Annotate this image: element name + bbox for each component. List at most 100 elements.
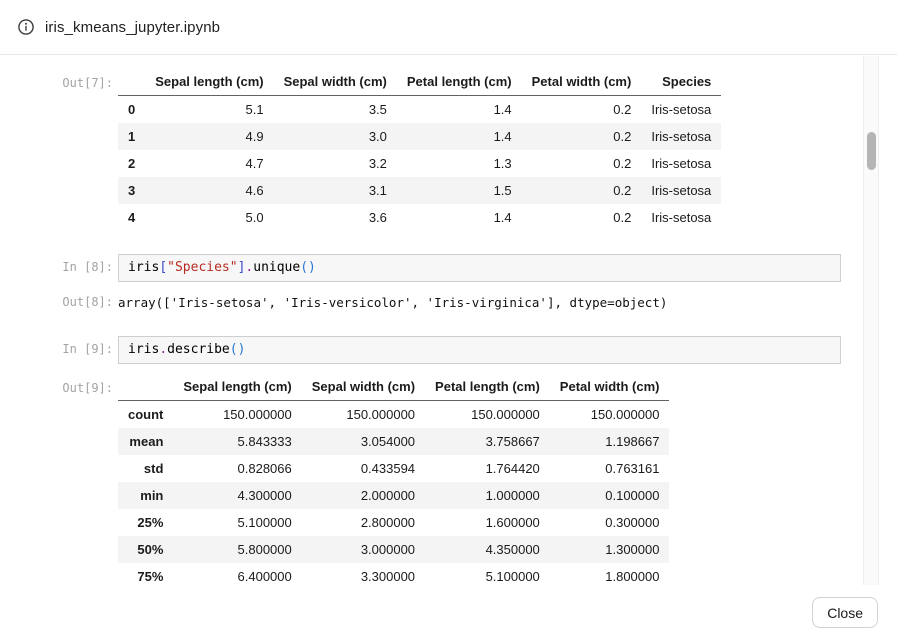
- row-index: count: [118, 401, 173, 429]
- table-cell: 150.000000: [173, 401, 301, 429]
- table-cell: 2.800000: [302, 509, 425, 536]
- table-row: 25%5.1000002.8000001.6000000.300000: [118, 509, 669, 536]
- cell-prompt: In [8]:: [0, 254, 113, 274]
- table-cell: 1.4: [397, 204, 522, 231]
- cell-prompt: In [9]:: [0, 336, 113, 356]
- table-cell: 0.2: [522, 150, 642, 177]
- table-cell: 3.0: [274, 123, 397, 150]
- table-cell: Iris-setosa: [641, 204, 721, 231]
- row-index: 1: [118, 123, 145, 150]
- table-cell: 150.000000: [425, 401, 550, 429]
- table-cell: 0.2: [522, 204, 642, 231]
- table-cell: 150.000000: [550, 401, 670, 429]
- table-cell: 1.300000: [550, 536, 670, 563]
- column-header: [118, 68, 145, 96]
- table-cell: 1.198667: [550, 428, 670, 455]
- code-token: unique: [253, 260, 300, 275]
- row-index: 2: [118, 150, 145, 177]
- table-cell: 4.7: [145, 150, 273, 177]
- table-row: 45.03.61.40.2Iris-setosa: [118, 204, 721, 231]
- column-header: Petal width (cm): [550, 373, 670, 401]
- scrollbar-track[interactable]: [863, 56, 879, 585]
- row-index: 3: [118, 177, 145, 204]
- cell-prompt: Out[7]:: [0, 68, 113, 90]
- table-row: count150.000000150.000000150.000000150.0…: [118, 401, 669, 429]
- code-token: describe: [167, 342, 230, 357]
- code-cell-in9: iris.describe(): [118, 336, 841, 364]
- notebook-cell-out9: Out[9]: Sepal length (cm)Sepal width (cm…: [0, 373, 860, 585]
- table-cell: 1.4: [397, 123, 522, 150]
- dialog-header: iris_kmeans_jupyter.ipynb: [0, 0, 897, 55]
- table-cell: 0.2: [522, 177, 642, 204]
- table-cell: 4.350000: [425, 536, 550, 563]
- table-header-row: Sepal length (cm)Sepal width (cm)Petal l…: [118, 373, 669, 401]
- iris-head-table: Sepal length (cm)Sepal width (cm)Petal l…: [118, 68, 721, 231]
- column-header: Petal width (cm): [522, 68, 642, 96]
- table-cell: 3.758667: [425, 428, 550, 455]
- row-index: 50%: [118, 536, 173, 563]
- table-cell: 0.828066: [173, 455, 301, 482]
- table-row: 50%5.8000003.0000004.3500001.300000: [118, 536, 669, 563]
- column-header: Sepal width (cm): [274, 68, 397, 96]
- table-row: mean5.8433333.0540003.7586671.198667: [118, 428, 669, 455]
- table-cell: 3.300000: [302, 563, 425, 585]
- table-cell: 0.300000: [550, 509, 670, 536]
- code-token: iris: [128, 260, 159, 275]
- table-cell: 0.100000: [550, 482, 670, 509]
- notebook-preview[interactable]: Out[7]: Sepal length (cm)Sepal width (cm…: [0, 56, 860, 585]
- table-cell: 4.300000: [173, 482, 301, 509]
- column-header: Sepal width (cm): [302, 373, 425, 401]
- column-header: Petal length (cm): [425, 373, 550, 401]
- code-token: ): [308, 260, 316, 275]
- table-row: 14.93.01.40.2Iris-setosa: [118, 123, 721, 150]
- row-index: 75%: [118, 563, 173, 585]
- table-cell: 1.800000: [550, 563, 670, 585]
- table-row: 75%6.4000003.3000005.1000001.800000: [118, 563, 669, 585]
- column-header: Petal length (cm): [397, 68, 522, 96]
- table-cell: 6.400000: [173, 563, 301, 585]
- table-row: 05.13.51.40.2Iris-setosa: [118, 96, 721, 124]
- code-token: .: [159, 342, 167, 357]
- table-row: 34.63.11.50.2Iris-setosa: [118, 177, 721, 204]
- table-cell: 2.000000: [302, 482, 425, 509]
- code-token: [: [159, 260, 167, 275]
- code-token: iris: [128, 342, 159, 357]
- row-index: mean: [118, 428, 173, 455]
- close-button[interactable]: Close: [812, 597, 878, 628]
- table-cell: 5.1: [145, 96, 273, 124]
- table-cell: 1.600000: [425, 509, 550, 536]
- notebook-cell-out8: Out[8]: array(['Iris-setosa', 'Iris-vers…: [0, 292, 860, 310]
- table-cell: 150.000000: [302, 401, 425, 429]
- table-cell: 3.054000: [302, 428, 425, 455]
- column-header: Sepal length (cm): [173, 373, 301, 401]
- table-cell: 1.764420: [425, 455, 550, 482]
- row-index: 0: [118, 96, 145, 124]
- table-cell: 4.9: [145, 123, 273, 150]
- dataframe-output: Sepal length (cm)Sepal width (cm)Petal l…: [118, 68, 721, 231]
- code-token: (: [300, 260, 308, 275]
- file-preview-dialog: iris_kmeans_jupyter.ipynb Out[7]: Sepal …: [0, 0, 897, 643]
- table-cell: 1.4: [397, 96, 522, 124]
- file-title: iris_kmeans_jupyter.ipynb: [45, 19, 220, 36]
- scrollbar-thumb[interactable]: [867, 132, 876, 170]
- array-output: array(['Iris-setosa', 'Iris-versicolor',…: [118, 292, 667, 310]
- row-index: min: [118, 482, 173, 509]
- cell-prompt: Out[8]:: [0, 292, 113, 309]
- table-cell: 0.433594: [302, 455, 425, 482]
- table-cell: 3.000000: [302, 536, 425, 563]
- notebook-cell-in9: In [9]: iris.describe(): [0, 336, 860, 364]
- table-cell: 5.100000: [425, 563, 550, 585]
- code-token: ): [238, 342, 246, 357]
- table-cell: 1.3: [397, 150, 522, 177]
- table-cell: 5.100000: [173, 509, 301, 536]
- table-cell: 0.2: [522, 96, 642, 124]
- table-row: 24.73.21.30.2Iris-setosa: [118, 150, 721, 177]
- table-row: std0.8280660.4335941.7644200.763161: [118, 455, 669, 482]
- table-cell: Iris-setosa: [641, 177, 721, 204]
- table-cell: 1.5: [397, 177, 522, 204]
- cell-prompt: Out[9]:: [0, 373, 113, 395]
- table-cell: 5.0: [145, 204, 273, 231]
- code-token: "Species": [167, 260, 237, 275]
- dataframe-output: Sepal length (cm)Sepal width (cm)Petal l…: [118, 373, 669, 585]
- code-token: (: [230, 342, 238, 357]
